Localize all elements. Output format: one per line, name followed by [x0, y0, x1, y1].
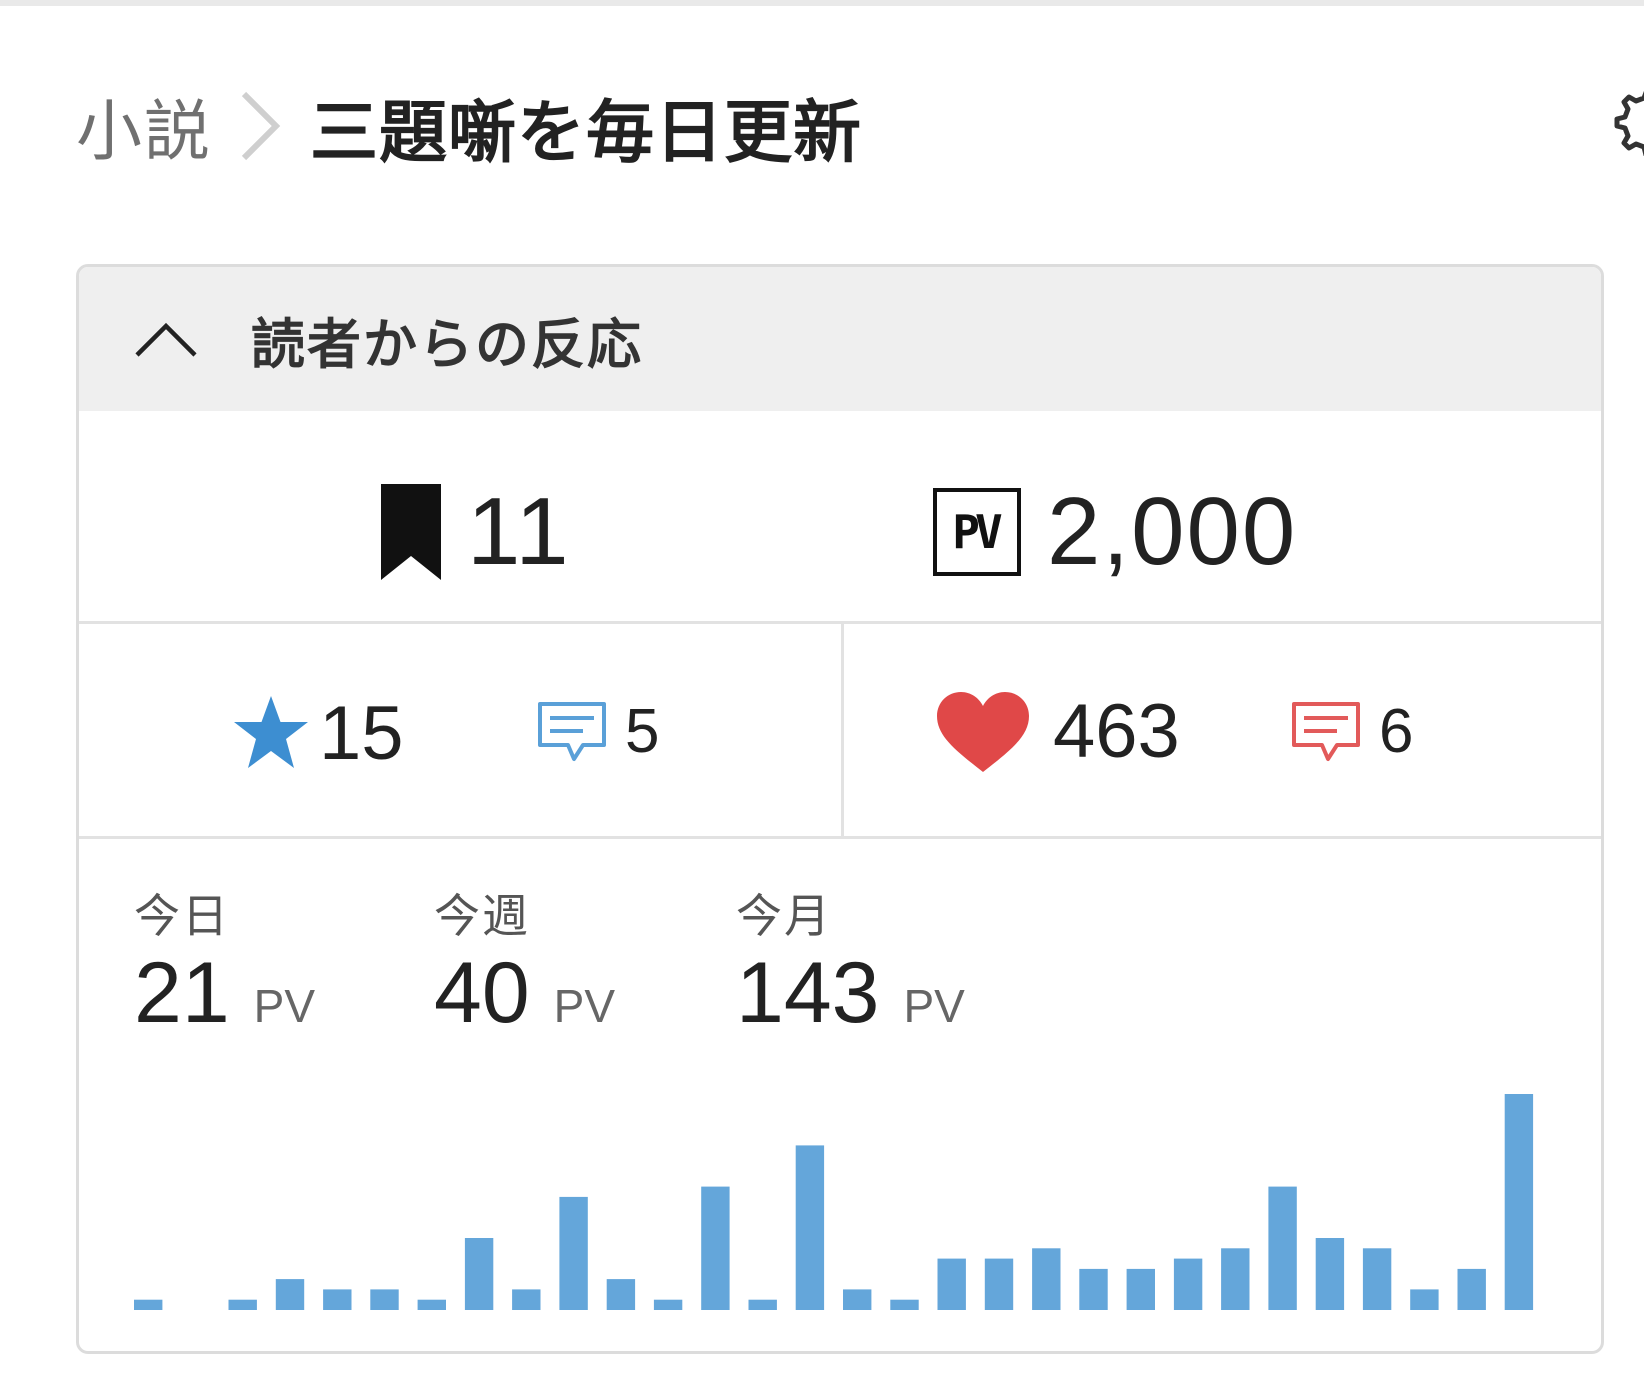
pv-stat: PV 2,000	[933, 477, 1297, 587]
week-stat: 今週 40 PV	[434, 880, 615, 1043]
breadcrumb-parent-link[interactable]: 小説	[76, 78, 212, 174]
heart-comment-stat[interactable]: 6	[1291, 696, 1413, 767]
today-stat: 今日 21 PV	[134, 880, 315, 1043]
bookmark-icon	[381, 484, 441, 580]
period-value: 143	[736, 945, 880, 1041]
period-label: 今日	[134, 889, 230, 943]
top-rule	[0, 0, 1644, 6]
reactions-row: 15 5 463 6	[79, 624, 1601, 839]
bookmark-count: 11	[467, 478, 571, 585]
star-icon	[234, 695, 308, 768]
reactions-divider	[841, 624, 844, 836]
chevron-up-icon[interactable]	[133, 317, 199, 361]
gear-icon[interactable]	[1612, 86, 1644, 156]
reader-reactions-panel: 読者からの反応 11 PV 2,000 15 5 463 6	[76, 264, 1604, 1354]
star-stat: 15	[231, 690, 404, 777]
bookmark-stat: 11	[381, 477, 571, 587]
pv-icon: PV	[933, 488, 1021, 576]
period-label: 今週	[434, 889, 530, 943]
panel-header[interactable]: 読者からの反応	[79, 267, 1601, 411]
period-value: 40	[434, 945, 530, 1041]
month-stat: 今月 143 PV	[736, 880, 965, 1043]
page-title: 三題噺を毎日更新	[310, 93, 863, 173]
heart-icon	[937, 691, 1029, 772]
period-unit: PV	[553, 980, 616, 1032]
panel-title: 読者からの反応	[251, 312, 643, 376]
totals-row: 11 PV 2,000	[79, 411, 1601, 624]
period-unit: PV	[253, 980, 316, 1032]
comment-icon	[538, 701, 606, 761]
chevron-right-icon	[241, 91, 281, 161]
period-label: 今月	[736, 889, 832, 943]
pv-count: 2,000	[1047, 478, 1298, 585]
heart-comment-count: 6	[1379, 697, 1414, 766]
period-unit: PV	[903, 980, 965, 1032]
star-count: 15	[319, 691, 404, 776]
comment-icon	[1292, 701, 1360, 761]
period-value: 21	[134, 945, 230, 1041]
heart-stat: 463	[935, 688, 1180, 775]
star-comment-stat[interactable]: 5	[537, 696, 659, 767]
breadcrumb: 小説 三題噺を毎日更新	[76, 86, 862, 173]
star-comment-count: 5	[625, 697, 660, 766]
heart-count: 463	[1053, 689, 1180, 774]
